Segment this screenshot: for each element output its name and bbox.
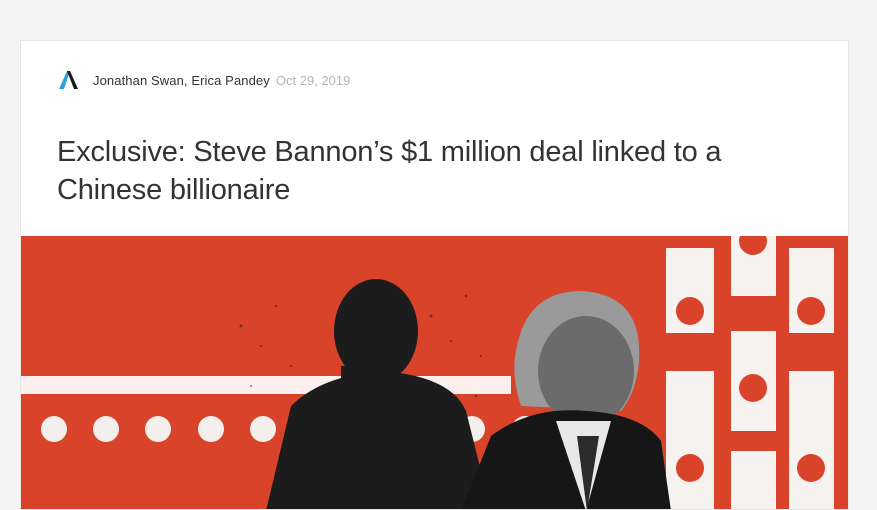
axios-logo-icon[interactable] [57, 69, 79, 91]
publish-date: Oct 29, 2019 [275, 72, 351, 88]
byline: Jonathan Swan, Erica Pandey Oct 29, 2019 [57, 69, 350, 91]
article-card[interactable]: Jonathan Swan, Erica Pandey Oct 29, 2019… [20, 40, 849, 510]
article-headline[interactable]: Exclusive: Steve Bannon’s $1 million dea… [57, 133, 797, 209]
author-names[interactable]: Jonathan Swan, Erica Pandey [93, 73, 270, 88]
hero-image[interactable] [21, 236, 849, 510]
